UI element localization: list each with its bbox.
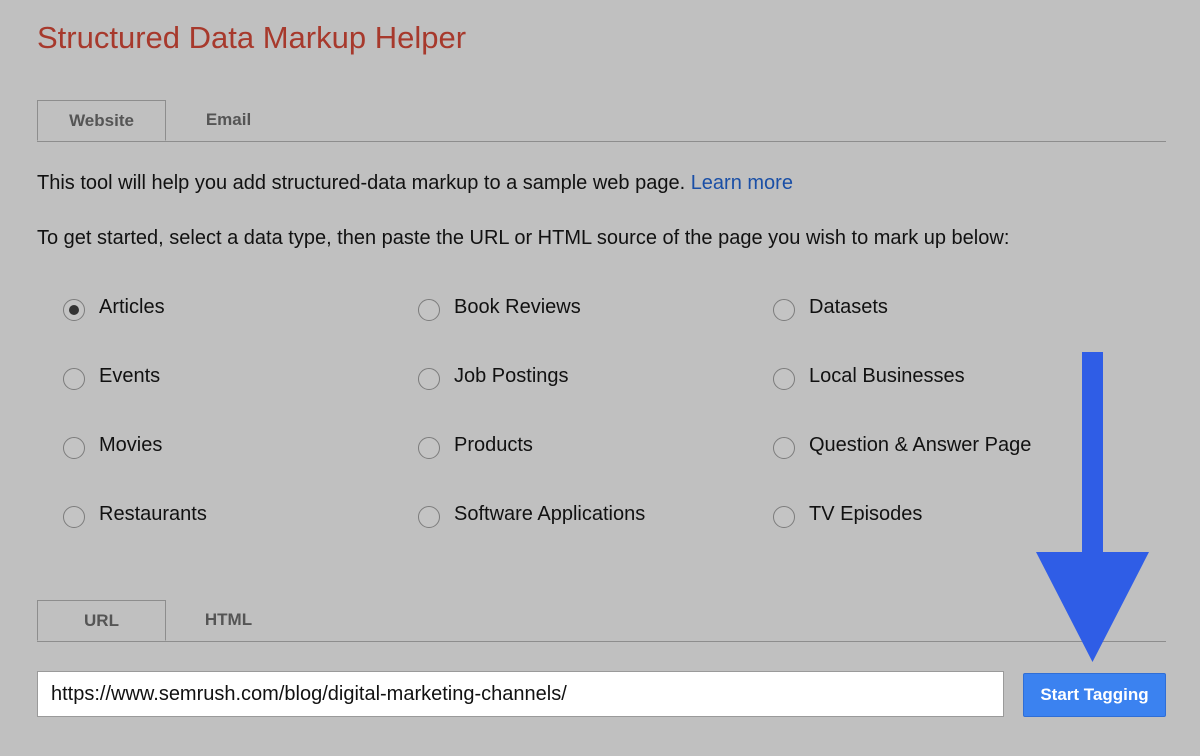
data-type-option-movies[interactable]: Movies (63, 430, 418, 499)
radio-label: Movies (99, 434, 163, 456)
intro-description: This tool will help you add structured-d… (37, 172, 691, 194)
radio-button[interactable] (418, 437, 440, 459)
tab-email[interactable]: Email (166, 100, 291, 140)
radio-label: Articles (99, 296, 165, 318)
data-type-option-articles[interactable]: Articles (63, 292, 418, 361)
source-tabs: Website Email (37, 100, 1166, 142)
radio-button[interactable] (63, 299, 85, 321)
radio-label: Software Applications (454, 503, 646, 525)
radio-button[interactable] (418, 506, 440, 528)
data-type-option-book-reviews[interactable]: Book Reviews (418, 292, 773, 361)
radio-button[interactable] (773, 437, 795, 459)
data-type-option-products[interactable]: Products (418, 430, 773, 499)
radio-button[interactable] (418, 368, 440, 390)
radio-button[interactable] (773, 368, 795, 390)
tab-website[interactable]: Website (37, 100, 166, 141)
radio-label: Local Businesses (809, 365, 965, 387)
instructions-text: To get started, select a data type, then… (37, 227, 1010, 249)
data-type-option-restaurants[interactable]: Restaurants (63, 499, 418, 568)
radio-button[interactable] (63, 437, 85, 459)
url-input[interactable] (37, 671, 1004, 717)
tab-url[interactable]: URL (37, 600, 166, 641)
radio-button[interactable] (63, 506, 85, 528)
radio-button[interactable] (63, 368, 85, 390)
tab-html[interactable]: HTML (166, 600, 291, 640)
learn-more-link[interactable]: Learn more (691, 172, 793, 194)
data-type-option-events[interactable]: Events (63, 361, 418, 430)
radio-label: Job Postings (454, 365, 569, 387)
radio-label: Products (454, 434, 533, 456)
radio-label: Datasets (809, 296, 888, 318)
radio-label: Question & Answer Page (809, 434, 1032, 456)
radio-label: Book Reviews (454, 296, 581, 318)
arrow-shape (1036, 352, 1149, 662)
radio-button[interactable] (418, 299, 440, 321)
radio-label: TV Episodes (809, 503, 923, 525)
intro-text: This tool will help you add structured-d… (37, 172, 793, 195)
data-type-option-software-applications[interactable]: Software Applications (418, 499, 773, 568)
data-type-options: Articles Book Reviews Datasets Events Jo… (63, 292, 1128, 568)
page-title: Structured Data Markup Helper (37, 20, 467, 55)
radio-label: Restaurants (99, 503, 207, 525)
input-tabs: URL HTML (37, 600, 1166, 642)
data-type-option-job-postings[interactable]: Job Postings (418, 361, 773, 430)
down-arrow-icon (1036, 352, 1149, 662)
radio-label: Events (99, 365, 161, 387)
radio-button[interactable] (773, 506, 795, 528)
start-tagging-button[interactable]: Start Tagging (1023, 673, 1166, 717)
radio-button[interactable] (773, 299, 795, 321)
